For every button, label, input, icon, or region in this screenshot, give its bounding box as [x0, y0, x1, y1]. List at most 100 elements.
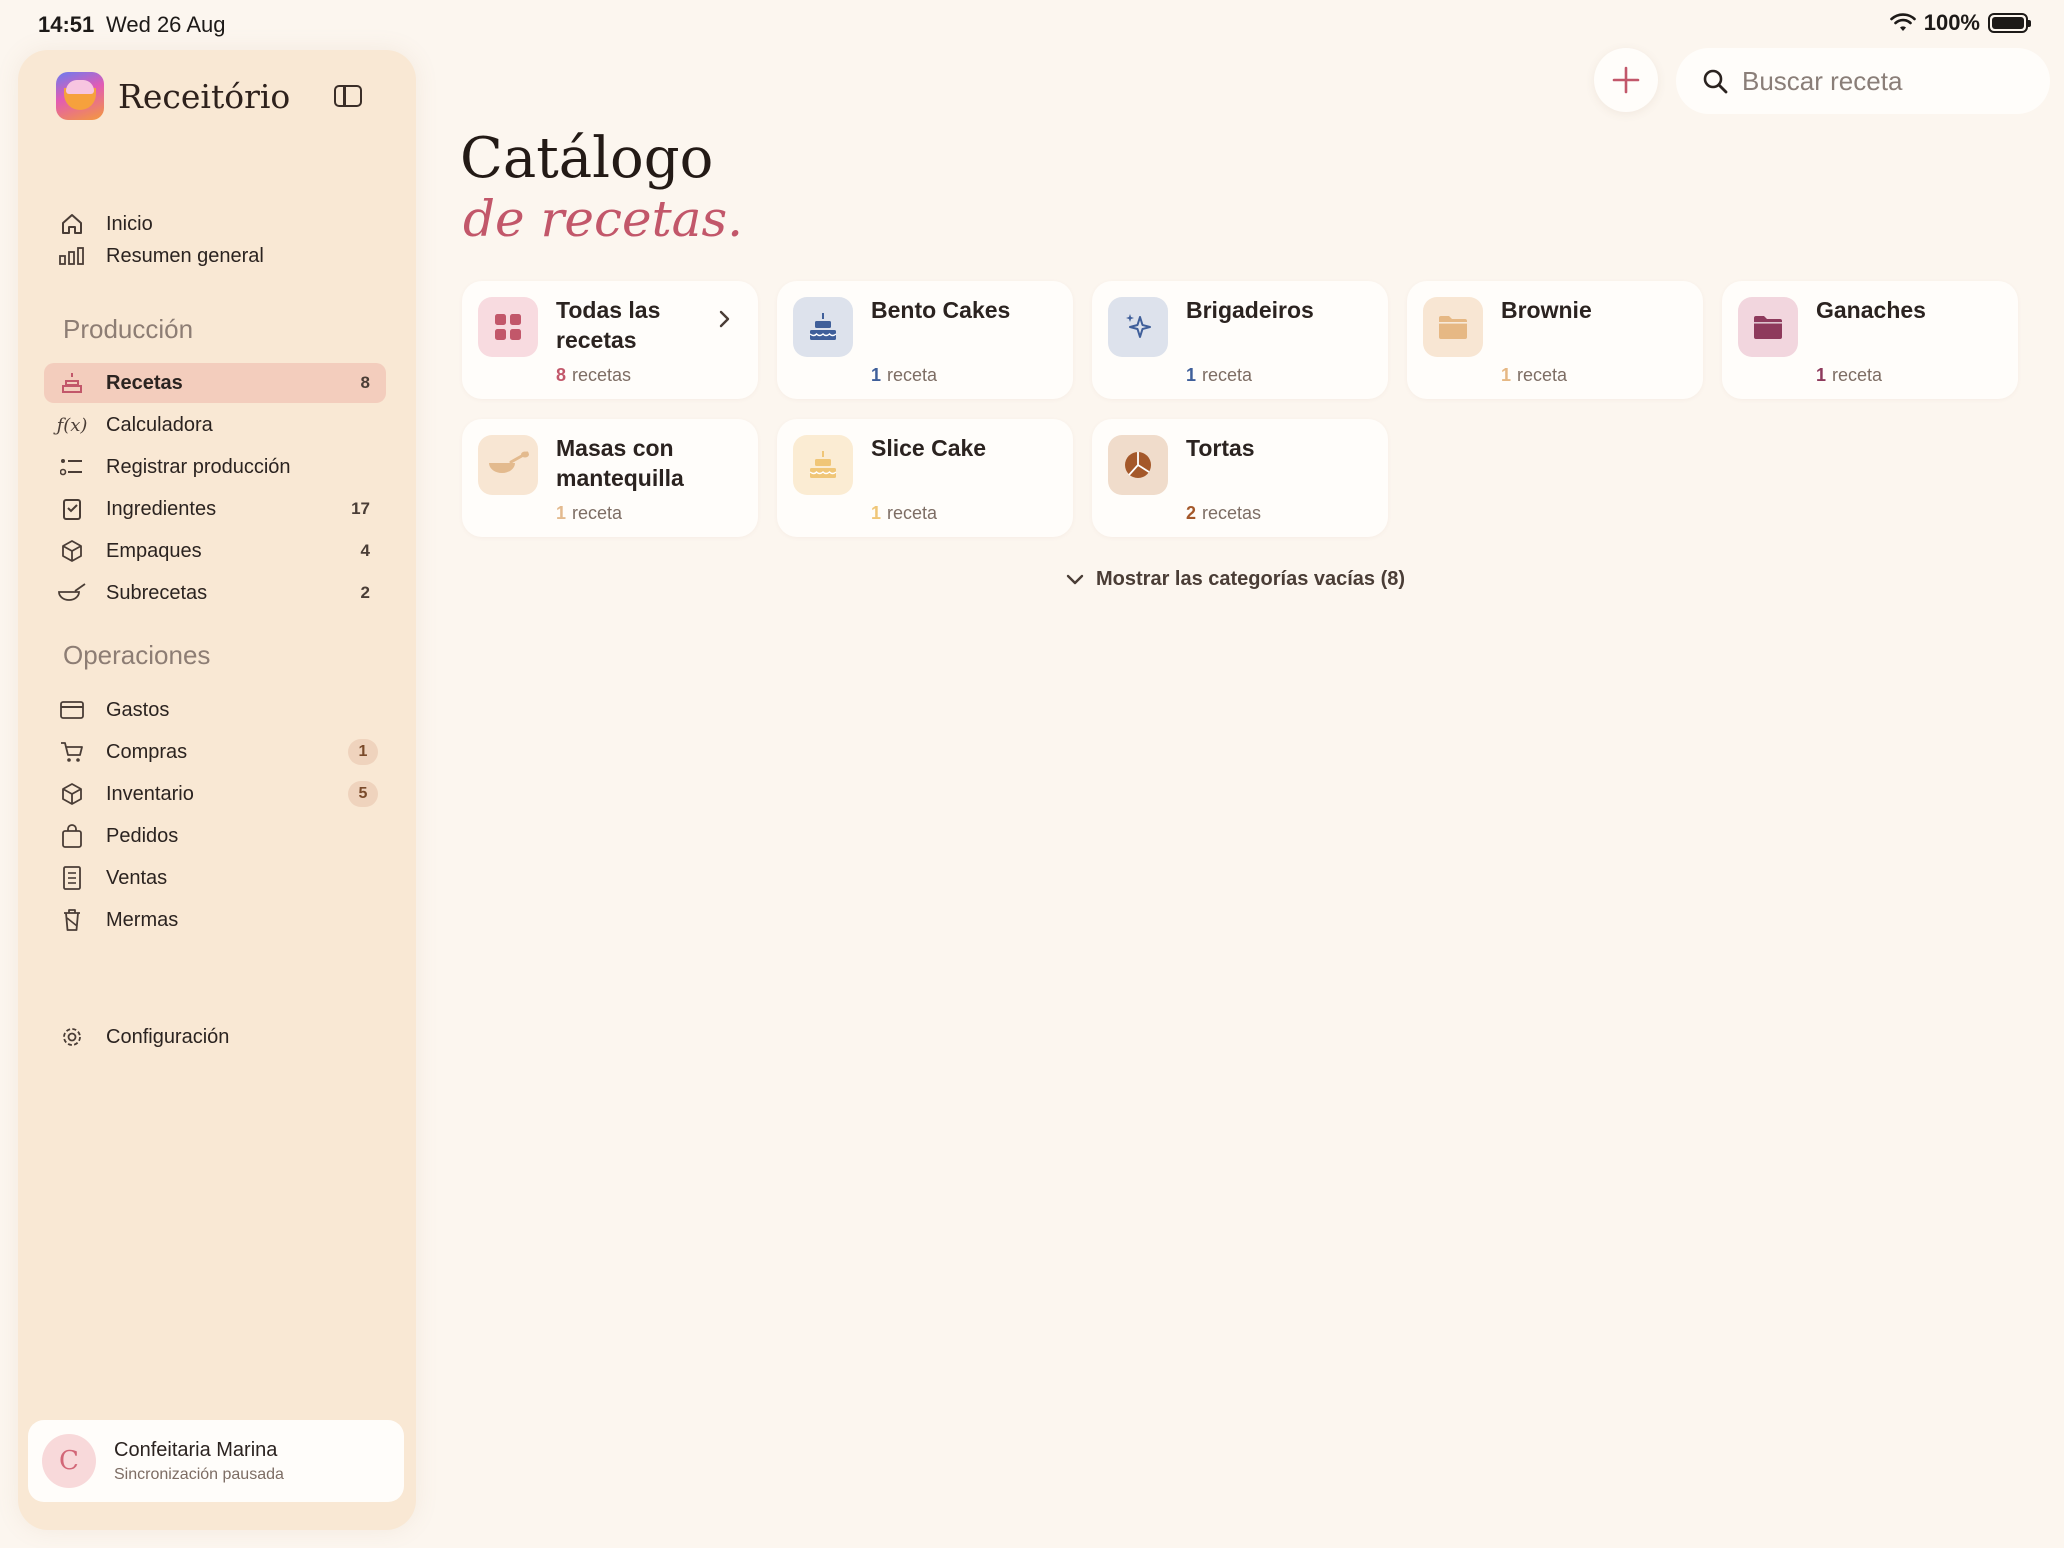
sidebar-item-label: Inventario	[106, 782, 194, 805]
category-card[interactable]: Masas con mantequilla 1 receta	[462, 419, 758, 537]
sidebar-item-label: Registrar producción	[106, 455, 291, 478]
category-count-number: 1	[871, 503, 882, 523]
sidebar-item-label: Gastos	[106, 698, 170, 721]
sidebar-item-label: Compras	[106, 740, 188, 763]
chevron-down-icon	[1066, 574, 1084, 584]
search-bar[interactable]	[1676, 48, 2050, 114]
sidebar-item-label: Ingredientes	[106, 497, 217, 520]
category-count-unit: receta	[1202, 365, 1253, 385]
cake-icon	[56, 371, 88, 395]
battery-percentage: 100%	[1923, 10, 1980, 35]
list-checklist-icon	[56, 457, 88, 477]
section-title-produccion: Producción	[63, 314, 194, 344]
category-count-number: 8	[556, 365, 567, 385]
category-count-number: 1	[871, 365, 882, 385]
category-count-unit: receta	[1832, 365, 1883, 385]
category-count-unit: receta	[1517, 365, 1568, 385]
trash-icon	[56, 908, 88, 932]
sidebar: Receitório Inicio Resumen general Produc…	[18, 50, 416, 1530]
sidebar-item-label: Inicio	[106, 212, 153, 235]
show-empty-categories-button[interactable]: Mostrar las categorías vacías (8)	[1066, 568, 1405, 591]
sidebar-toggle-icon[interactable]	[334, 85, 362, 107]
account-sync-status: Sincronización pausada	[114, 1465, 284, 1483]
category-count-unit: receta	[887, 365, 938, 385]
category-name: Slice Cake	[871, 435, 987, 461]
app-logo-icon	[56, 72, 104, 120]
receipt-icon	[56, 866, 88, 890]
sidebar-item-badge: 5	[348, 781, 378, 807]
category-name: Ganaches	[1816, 297, 1926, 323]
category-count: 2 recetas	[1186, 503, 1261, 524]
sidebar-item-label: Configuración	[106, 1025, 230, 1048]
sidebar-item-count: 2	[360, 583, 370, 602]
category-card[interactable]: Slice Cake 1 receta	[777, 419, 1073, 537]
category-count: 1 receta	[1816, 365, 1882, 386]
category-card[interactable]: Bento Cakes 1 receta	[777, 281, 1073, 399]
sidebar-item-pedidos[interactable]: Pedidos	[44, 816, 386, 856]
battery-icon	[1988, 13, 2031, 33]
sidebar-item-subrecetas[interactable]: Subrecetas 2	[44, 573, 386, 613]
section-title-operaciones: Operaciones	[63, 640, 211, 670]
status-date: Wed 26 Aug	[106, 12, 226, 37]
bag-icon	[56, 824, 88, 848]
sidebar-item-label: Ventas	[106, 866, 168, 889]
folder-icon	[1738, 297, 1798, 357]
category-name: Bento Cakes	[871, 297, 1011, 323]
category-card[interactable]: Tortas 2 recetas	[1092, 419, 1388, 537]
pie-chart-icon	[1108, 435, 1168, 495]
sidebar-item-ingredientes[interactable]: Ingredientes 17	[44, 489, 386, 529]
grid-icon	[478, 297, 538, 357]
sidebar-item-gastos[interactable]: Gastos	[44, 690, 386, 730]
sidebar-item-mermas[interactable]: Mermas	[44, 900, 386, 940]
category-card[interactable]: Brownie 1 receta	[1407, 281, 1703, 399]
page-title: Catálogo	[460, 126, 714, 191]
app-brand: Receitório	[56, 72, 290, 120]
status-time: 14:51	[38, 12, 95, 37]
sidebar-item-ventas[interactable]: Ventas	[44, 858, 386, 898]
sidebar-item-calculadora[interactable]: ƒ(x) Calculadora	[44, 405, 386, 445]
cake-icon	[793, 435, 853, 495]
sidebar-item-resumen-general[interactable]: Resumen general	[44, 236, 386, 276]
category-card[interactable]: Todas las recetas 8 recetas	[462, 281, 758, 399]
category-count-unit: recetas	[1202, 503, 1262, 523]
sidebar-item-label: Calculadora	[106, 413, 213, 436]
category-count: 1 receta	[871, 503, 937, 524]
category-count-unit: receta	[887, 503, 938, 523]
sidebar-item-count: 8	[360, 373, 370, 392]
search-input[interactable]	[1742, 65, 2022, 97]
account-card[interactable]: C Confeitaria Marina Sincronización paus…	[28, 1420, 404, 1502]
category-name: Masas con mantequilla	[556, 435, 684, 491]
function-icon: ƒ(x)	[56, 414, 88, 436]
box-icon	[56, 539, 88, 563]
cart-icon	[56, 741, 88, 763]
app-name: Receitório	[118, 76, 291, 116]
wifi-icon	[1889, 13, 1916, 31]
sidebar-item-inventario[interactable]: Inventario 5	[44, 774, 386, 814]
category-card[interactable]: Ganaches 1 receta	[1722, 281, 2018, 399]
category-name: Todas las recetas	[556, 297, 661, 353]
credit-card-icon	[56, 701, 88, 719]
sidebar-item-label: Resumen general	[106, 244, 264, 267]
category-count-number: 1	[1501, 365, 1512, 385]
house-icon	[56, 213, 88, 235]
sidebar-item-configuracion[interactable]: Configuración	[44, 1017, 386, 1057]
sidebar-item-label: Pedidos	[106, 824, 179, 847]
sidebar-item-empaques[interactable]: Empaques 4	[44, 531, 386, 571]
sidebar-item-recetas[interactable]: Recetas 8	[44, 363, 386, 403]
category-count-number: 2	[1186, 503, 1197, 523]
category-name: Brigadeiros	[1186, 297, 1314, 323]
sidebar-item-compras[interactable]: Compras 1	[44, 732, 386, 772]
folder-icon	[1423, 297, 1483, 357]
clipboard-icon	[56, 497, 88, 521]
add-recipe-button[interactable]	[1594, 48, 1658, 112]
category-count-number: 1	[1186, 365, 1197, 385]
bowl-whisk-icon	[478, 435, 538, 495]
status-bar: 14:51 Wed 26 Aug 100%	[0, 0, 2064, 50]
category-count: 1 receta	[1186, 365, 1252, 386]
category-count-unit: receta	[572, 503, 623, 523]
sidebar-item-registrar-produccion[interactable]: Registrar producción	[44, 447, 386, 487]
account-name: Confeitaria Marina	[114, 1438, 278, 1461]
category-card[interactable]: Brigadeiros 1 receta	[1092, 281, 1388, 399]
category-count-number: 1	[1816, 365, 1827, 385]
category-name: Brownie	[1501, 297, 1592, 323]
